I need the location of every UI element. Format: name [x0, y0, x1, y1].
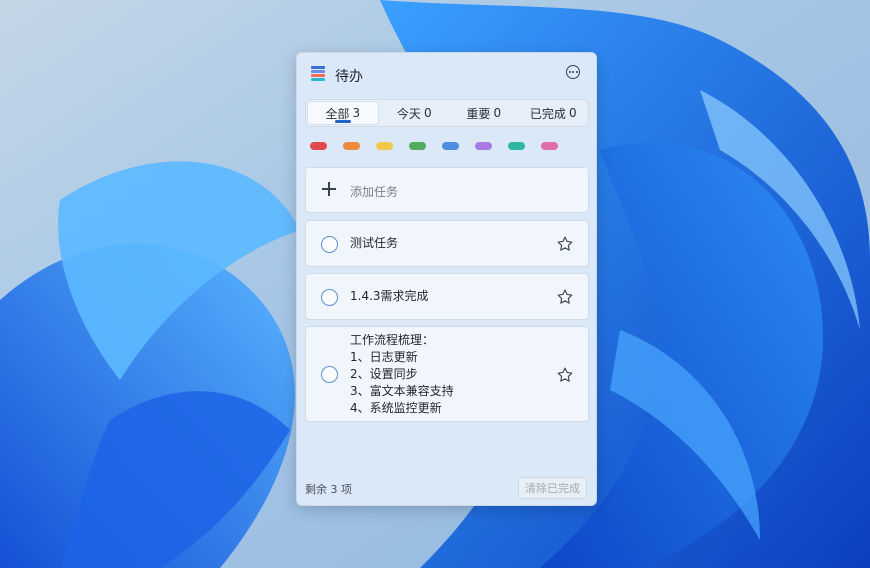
- tab-count: 0: [493, 106, 502, 120]
- task-item[interactable]: 1.4.3需求完成: [305, 273, 589, 320]
- color-filter-dot[interactable]: [409, 142, 426, 150]
- tab-important[interactable]: 重要 0: [449, 100, 519, 126]
- add-task-label: 添加任务: [350, 185, 399, 199]
- widget-header: 待办: [297, 53, 596, 95]
- tab-count: 0: [568, 106, 577, 120]
- task-item[interactable]: 测试任务: [305, 220, 589, 267]
- color-filter-dot[interactable]: [508, 142, 525, 150]
- tab-label: 已完成: [529, 106, 566, 121]
- star-icon[interactable]: [556, 288, 574, 306]
- task-line: 4、系统监控更新: [350, 401, 442, 415]
- filter-tabs: 全部 3 今天 0 重要 0 已完成 0: [305, 99, 589, 127]
- task-item[interactable]: 工作流程梳理： 1、日志更新 2、设置同步 3、富文本兼容支持 4、系统监控更新: [305, 326, 589, 422]
- list-app-icon: [311, 66, 325, 81]
- clear-completed-button[interactable]: 清除已完成: [518, 477, 587, 499]
- tab-completed[interactable]: 已完成 0: [519, 100, 589, 126]
- window-title: 待办: [335, 69, 363, 85]
- task-checkbox[interactable]: [321, 289, 338, 306]
- tab-label: 全部: [325, 106, 350, 121]
- color-filter-dot[interactable]: [475, 142, 492, 150]
- color-filter-dot[interactable]: [310, 142, 327, 150]
- star-icon[interactable]: [556, 235, 574, 253]
- task-checkbox[interactable]: [321, 366, 338, 383]
- remaining-count: 剩余 3 项: [305, 483, 352, 496]
- task-line: 2、设置同步: [350, 367, 418, 381]
- task-text: 1.4.3需求完成: [350, 289, 429, 303]
- tab-label: 今天: [396, 106, 421, 121]
- plus-icon: [322, 182, 336, 196]
- add-task-button[interactable]: 添加任务: [305, 167, 589, 213]
- color-filter-dot[interactable]: [376, 142, 393, 150]
- color-filter-dot[interactable]: [541, 142, 558, 150]
- star-icon[interactable]: [556, 366, 574, 384]
- todo-widget: 待办 全部 3 今天 0 重要 0 已完成 0 添加任务 测试任务 1.4.3需求完成: [296, 52, 597, 506]
- tab-count: 3: [352, 106, 361, 120]
- color-filters: [310, 142, 574, 150]
- color-filter-dot[interactable]: [442, 142, 459, 150]
- tab-count: 0: [423, 106, 432, 120]
- color-filter-dot[interactable]: [343, 142, 360, 150]
- task-line: 3、富文本兼容支持: [350, 384, 454, 398]
- tab-today[interactable]: 今天 0: [380, 100, 450, 126]
- task-line: 1、日志更新: [350, 350, 418, 364]
- tab-label: 重要: [466, 106, 491, 121]
- task-text: 测试任务: [350, 236, 399, 250]
- task-line: 工作流程梳理：: [350, 333, 435, 347]
- more-options-icon[interactable]: [566, 65, 580, 79]
- task-text: 工作流程梳理： 1、日志更新 2、设置同步 3、富文本兼容支持 4、系统监控更新: [350, 332, 454, 417]
- tab-all[interactable]: 全部 3: [307, 101, 379, 125]
- task-checkbox[interactable]: [321, 236, 338, 253]
